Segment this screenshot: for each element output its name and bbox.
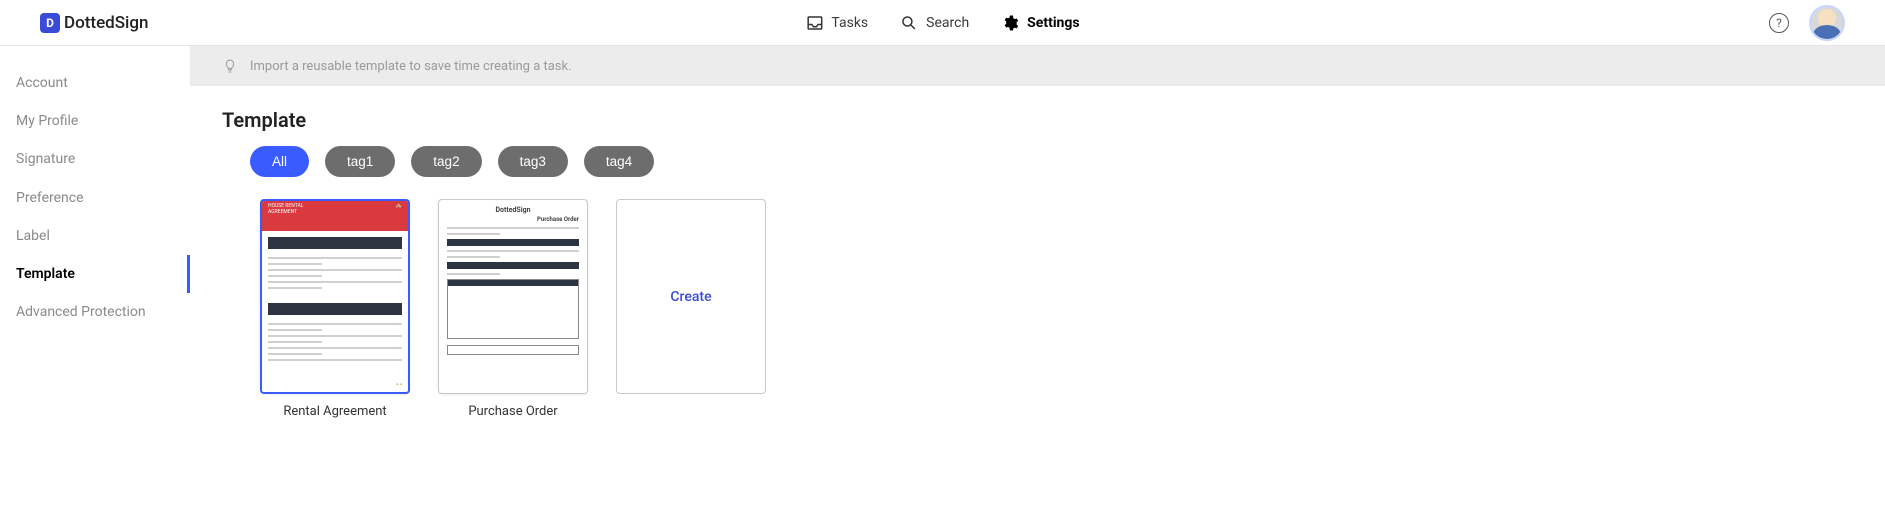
main-content: Import a reusable template to save time … (190, 46, 1885, 529)
create-template-card[interactable]: Create (616, 199, 766, 394)
sidebar-item-advanced-protection[interactable]: Advanced Protection (0, 293, 190, 331)
inbox-icon (805, 14, 823, 32)
tag-tag4[interactable]: tag4 (584, 146, 654, 177)
template-label: Purchase Order (468, 404, 557, 419)
header-right: ? (1769, 5, 1845, 41)
sidebar-item-label: My Profile (16, 113, 78, 129)
main-layout: Account My Profile Signature Preference … (0, 46, 1885, 529)
template-rental-agreement[interactable]: HOUSE RENTAL AGREEMENT 🏘️ (260, 199, 410, 419)
rental-heading-text: HOUSE RENTAL AGREEMENT (268, 204, 328, 228)
page-title: Template (190, 86, 1885, 146)
app-header: D DottedSign Tasks Search Settings ? (0, 0, 1885, 46)
sidebar-item-label: Account (16, 75, 68, 91)
po-brand: DottedSign (447, 206, 579, 214)
tag-filter-row: All tag1 tag2 tag3 tag4 (190, 146, 1885, 199)
info-bar: Import a reusable template to save time … (190, 46, 1885, 86)
sidebar-item-label: Preference (16, 190, 84, 206)
templates-grid: HOUSE RENTAL AGREEMENT 🏘️ (190, 199, 1885, 419)
nav-tasks[interactable]: Tasks (805, 14, 868, 32)
template-label: Rental Agreement (283, 404, 386, 419)
sidebar-item-label: Signature (16, 151, 75, 167)
avatar[interactable] (1809, 5, 1845, 41)
nav-settings-label: Settings (1027, 15, 1079, 31)
template-thumbnail: DottedSign Purchase Order (438, 199, 588, 394)
create-label: Create (670, 289, 711, 305)
sidebar-item-label: Label (16, 228, 50, 244)
brand-name: DottedSign (64, 13, 148, 33)
brand-logo[interactable]: D DottedSign (40, 13, 148, 33)
help-icon[interactable]: ? (1769, 13, 1789, 33)
tag-tag2[interactable]: tag2 (411, 146, 481, 177)
header-nav: Tasks Search Settings (805, 14, 1079, 32)
tag-tag3[interactable]: tag3 (498, 146, 568, 177)
nav-search-label: Search (926, 15, 969, 31)
tag-tag1[interactable]: tag1 (325, 146, 395, 177)
sidebar-item-account[interactable]: Account (0, 64, 190, 102)
po-title: Purchase Order (447, 216, 579, 223)
sidebar-item-preference[interactable]: Preference (0, 179, 190, 217)
info-text: Import a reusable template to save time … (250, 59, 572, 74)
nav-settings[interactable]: Settings (1001, 14, 1079, 32)
gear-icon (1001, 14, 1019, 32)
tag-all[interactable]: All (250, 146, 309, 177)
nav-tasks-label: Tasks (831, 15, 868, 31)
sidebar-item-label: Template (16, 266, 75, 282)
template-thumbnail: HOUSE RENTAL AGREEMENT 🏘️ (260, 199, 410, 394)
settings-sidebar: Account My Profile Signature Preference … (0, 46, 190, 529)
sidebar-item-template[interactable]: Template (0, 255, 190, 293)
template-purchase-order[interactable]: DottedSign Purchase Order Purchase Order (438, 199, 588, 419)
house-icon: 🏘️ (396, 204, 402, 228)
logo-mark-icon: D (40, 13, 60, 33)
lightbulb-icon (222, 58, 238, 74)
sidebar-item-signature[interactable]: Signature (0, 140, 190, 178)
nav-search[interactable]: Search (900, 14, 969, 32)
sidebar-item-label[interactable]: Label (0, 217, 190, 255)
search-icon (900, 14, 918, 32)
sidebar-item-label: Advanced Protection (16, 304, 146, 320)
sidebar-item-my-profile[interactable]: My Profile (0, 102, 190, 140)
